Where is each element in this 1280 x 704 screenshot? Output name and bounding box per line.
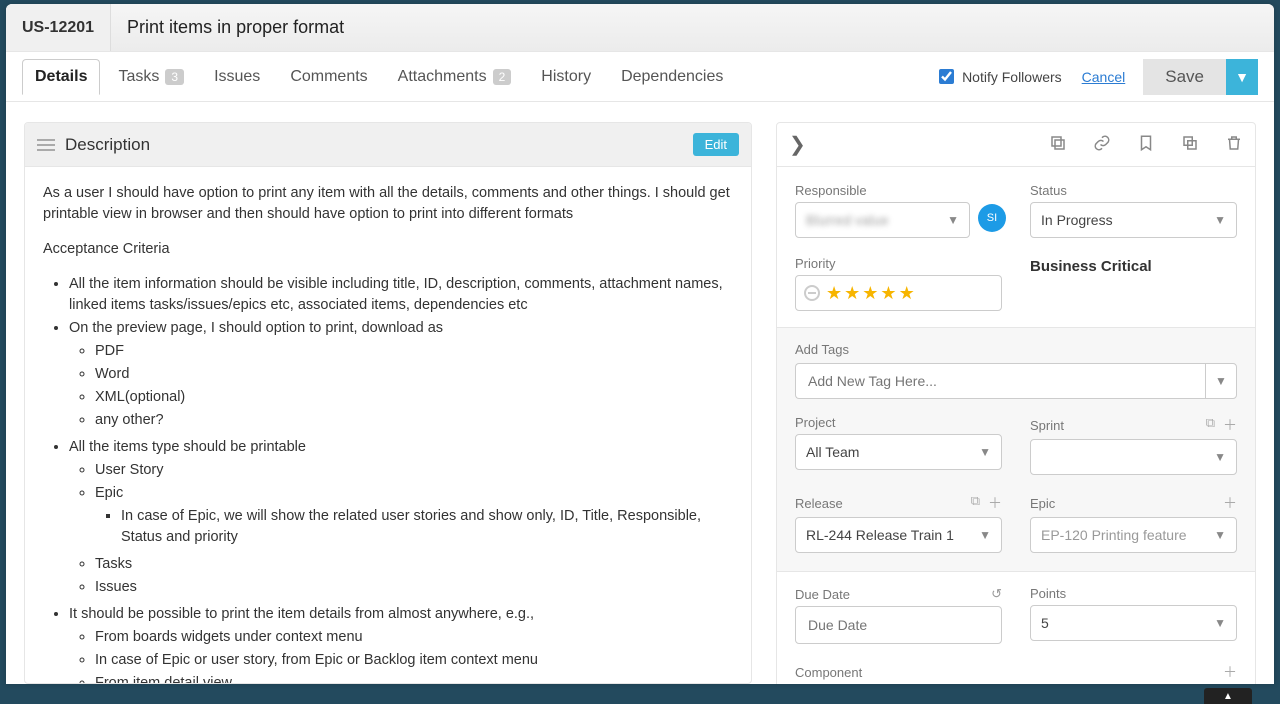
release-select[interactable]: RL-244 Release Train 1▼ — [795, 517, 1002, 553]
release-open-icon[interactable]: ⧉ — [971, 493, 980, 513]
item-id: US-12201 — [6, 4, 111, 51]
due-date-reset-icon[interactable]: ↺ — [991, 586, 1002, 602]
release-add-icon[interactable]: ＋ — [988, 493, 1002, 513]
epic-label: Epic ＋ — [1030, 493, 1237, 513]
description-title: Description — [65, 135, 150, 155]
tab-dependencies[interactable]: Dependencies — [609, 59, 735, 95]
responsible-label: Responsible — [795, 183, 1002, 198]
clone-icon[interactable] — [1049, 134, 1067, 155]
sprint-select[interactable]: ▼ — [1030, 439, 1237, 475]
notify-followers-checkbox[interactable] — [939, 69, 954, 84]
tasks-count-badge: 3 — [165, 69, 184, 85]
footer-tray: ▲ — [0, 688, 1280, 704]
due-date-label: Due Date ↺ — [795, 586, 1002, 602]
trash-icon[interactable] — [1225, 134, 1243, 155]
tab-history[interactable]: History — [529, 59, 603, 95]
due-date-input[interactable] — [795, 606, 1002, 644]
project-select[interactable]: All Team▼ — [795, 434, 1002, 470]
epic-select[interactable]: EP-120 Printing feature▼ — [1030, 517, 1237, 553]
epic-add-icon[interactable]: ＋ — [1223, 493, 1237, 513]
tab-issues[interactable]: Issues — [202, 59, 272, 95]
link-icon[interactable] — [1093, 134, 1111, 155]
toolbar: Details Tasks3 Issues Comments Attachmen… — [6, 52, 1274, 102]
tab-comments[interactable]: Comments — [278, 59, 379, 95]
cancel-link[interactable]: Cancel — [1082, 69, 1126, 85]
sprint-open-icon[interactable]: ⧉ — [1206, 415, 1215, 435]
star-icon[interactable]: ★ — [862, 283, 878, 304]
star-icon[interactable]: ★ — [899, 283, 915, 304]
drag-handle-icon — [37, 139, 55, 151]
star-icon[interactable]: ★ — [844, 283, 860, 304]
footer-expand-handle[interactable]: ▲ — [1204, 688, 1252, 704]
tabs: Details Tasks3 Issues Comments Attachmen… — [22, 59, 735, 95]
save-button[interactable]: Save — [1143, 59, 1226, 95]
notify-followers-toggle[interactable]: Notify Followers — [939, 69, 1062, 85]
status-label: Status — [1030, 183, 1237, 198]
component-add-icon[interactable]: ＋ — [1223, 662, 1237, 682]
responsible-select[interactable]: Blurred value▼ — [795, 202, 970, 238]
attachments-count-badge: 2 — [493, 69, 512, 85]
bookmark-icon[interactable] — [1137, 134, 1155, 155]
priority-text: Business Critical — [1030, 258, 1152, 275]
sprint-add-icon[interactable]: ＋ — [1223, 415, 1237, 435]
copy-icon[interactable] — [1181, 134, 1199, 155]
tab-details[interactable]: Details — [22, 59, 100, 95]
tags-label: Add Tags — [795, 342, 1237, 357]
component-label: Component ＋ — [795, 662, 1237, 682]
priority-label: Priority — [795, 256, 1002, 271]
sprint-label: Sprint ⧉＋ — [1030, 415, 1237, 435]
star-icon[interactable]: ★ — [880, 283, 896, 304]
save-menu-button[interactable]: ▼ — [1226, 59, 1258, 95]
tab-attachments[interactable]: Attachments2 — [386, 59, 524, 95]
star-icon[interactable]: ★ — [826, 283, 842, 304]
tags-dropdown-button[interactable]: ▼ — [1205, 363, 1237, 399]
priority-stars[interactable]: ★ ★ ★ ★ ★ — [795, 275, 1002, 311]
status-select[interactable]: In Progress▼ — [1030, 202, 1237, 238]
project-label: Project — [795, 415, 1002, 430]
responsible-avatar[interactable]: SI — [978, 204, 1006, 232]
tags-input[interactable] — [795, 363, 1205, 399]
title-bar: US-12201 Print items in proper format — [6, 4, 1274, 52]
points-select[interactable]: 5▼ — [1030, 605, 1237, 641]
description-panel: Description Edit As a user I should have… — [24, 122, 752, 684]
expand-panel-icon[interactable]: ❯ — [789, 132, 806, 157]
item-title: Print items in proper format — [111, 17, 344, 38]
clear-priority-icon[interactable] — [804, 285, 820, 301]
description-body: As a user I should have option to print … — [25, 167, 751, 684]
edit-description-button[interactable]: Edit — [693, 133, 739, 156]
points-label: Points — [1030, 586, 1237, 601]
release-label: Release ⧉＋ — [795, 493, 1002, 513]
tab-tasks[interactable]: Tasks3 — [106, 59, 196, 95]
